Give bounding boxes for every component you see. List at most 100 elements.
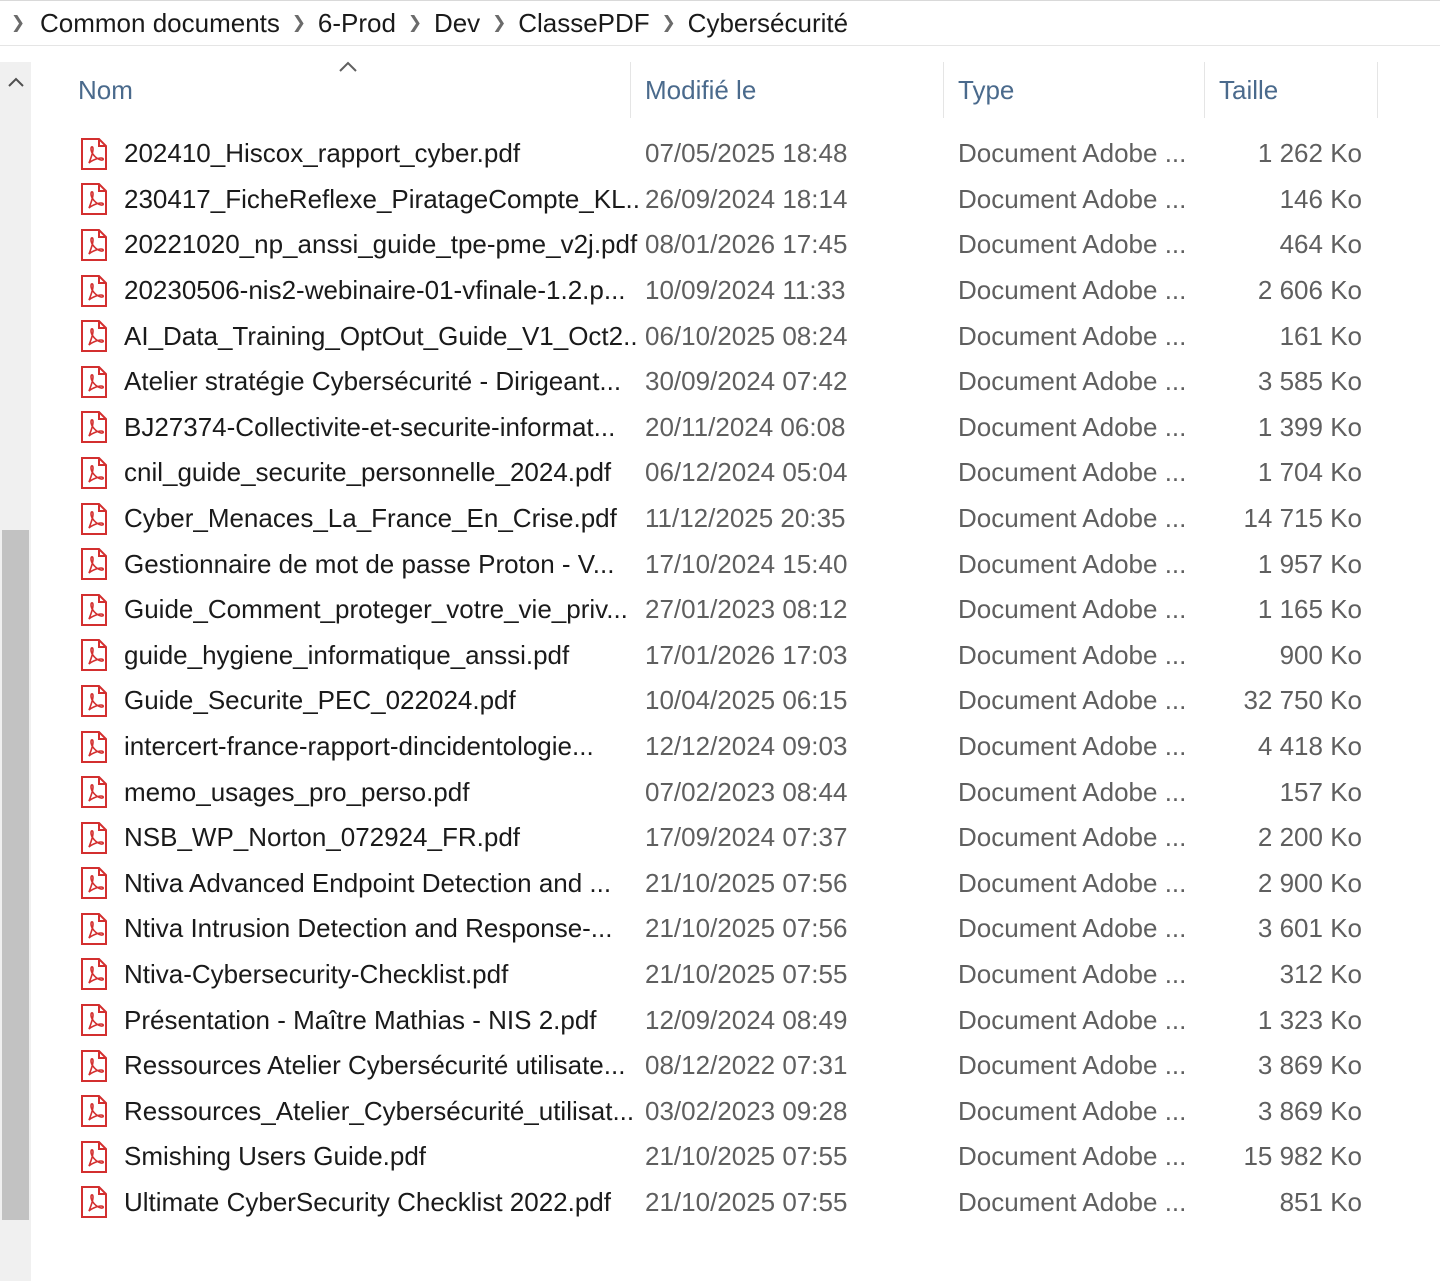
file-name-cell[interactable]: BJ27374-Collectivite-et-securite-informa… [80,405,640,451]
file-row[interactable]: Ultimate CyberSecurity Checklist 2022.pd… [62,1180,1382,1226]
file-row[interactable]: Guide_Securite_PEC_022024.pdf 10/04/2025… [62,678,1382,724]
file-row[interactable]: Présentation - Maître Mathias - NIS 2.pd… [62,997,1382,1043]
file-name-cell[interactable]: Ultimate CyberSecurity Checklist 2022.pd… [80,1180,640,1226]
file-row[interactable]: Ntiva Advanced Endpoint Detection and ..… [62,861,1382,907]
column-divider[interactable] [1204,62,1205,118]
file-modified-cell: 06/12/2024 05:04 [645,457,848,488]
file-name-cell[interactable]: NSB_WP_Norton_072924_FR.pdf [80,815,640,861]
file-name-cell[interactable]: 20230506-nis2-webinaire-01-vfinale-1.2.p… [80,268,640,314]
file-name-cell[interactable]: Ntiva Intrusion Detection and Response-.… [80,906,640,952]
chevron-right-icon[interactable]: ❯ [400,0,430,46]
file-modified-cell: 17/09/2024 07:37 [645,822,848,853]
file-name-cell[interactable]: Ressources Atelier Cybersécurité utilisa… [80,1043,640,1089]
file-modified-cell: 21/10/2025 07:56 [645,913,848,944]
file-name-label: Ultimate CyberSecurity Checklist 2022.pd… [124,1186,611,1217]
column-header-type[interactable]: Type [958,62,1198,118]
pdf-file-icon [80,684,108,717]
breadcrumb-item-common-documents[interactable]: Common documents [36,8,284,39]
file-type-cell: Document Adobe ... [958,639,1187,670]
file-name-label: Ntiva Advanced Endpoint Detection and ..… [124,867,612,898]
file-size-cell: 3 585 Ko [1257,366,1362,397]
file-type-cell: Document Adobe ... [958,503,1187,534]
file-name-cell[interactable]: Cyber_Menaces_La_France_En_Crise.pdf [80,496,640,542]
breadcrumb-item-6-prod[interactable]: 6-Prod [314,8,400,39]
file-modified-cell: 27/01/2023 08:12 [645,594,848,625]
file-name-cell[interactable]: Ntiva Advanced Endpoint Detection and ..… [80,861,640,907]
file-row[interactable]: intercert-france-rapport-dincidentologie… [62,724,1382,770]
scrollbar-thumb[interactable] [2,530,29,1220]
file-name-cell[interactable]: Présentation - Maître Mathias - NIS 2.pd… [80,997,640,1043]
file-row[interactable]: Atelier stratégie Cybersécurité - Dirige… [62,359,1382,405]
chevron-right-icon[interactable]: ❯ [0,0,36,46]
file-row[interactable]: guide_hygiene_informatique_anssi.pdf 17/… [62,633,1382,679]
file-row[interactable]: AI_Data_Training_OptOut_Guide_V1_Oct2...… [62,313,1382,359]
file-type-cell: Document Adobe ... [958,731,1187,762]
file-name-cell[interactable]: 20221020_np_anssi_guide_tpe-pme_v2j.pdf [80,222,640,268]
file-row[interactable]: Ressources_Atelier_Cybersécurité_utilisa… [62,1088,1382,1134]
file-name-cell[interactable]: AI_Data_Training_OptOut_Guide_V1_Oct2... [80,313,640,359]
file-row[interactable]: memo_usages_pro_perso.pdf 07/02/2023 08:… [62,769,1382,815]
file-name-label: Ntiva-Cybersecurity-Checklist.pdf [124,958,509,989]
file-row[interactable]: Ntiva-Cybersecurity-Checklist.pdf 21/10/… [62,952,1382,998]
file-row[interactable]: NSB_WP_Norton_072924_FR.pdf 17/09/2024 0… [62,815,1382,861]
chevron-right-icon[interactable]: ❯ [284,0,314,46]
file-modified-cell: 10/09/2024 11:33 [645,275,846,306]
pdf-file-icon [80,411,108,444]
file-name-cell[interactable]: Gestionnaire de mot de passe Proton - V.… [80,541,640,587]
file-modified-cell: 08/12/2022 07:31 [645,1050,848,1081]
file-row[interactable]: 202410_Hiscox_rapport_cyber.pdf 07/05/20… [62,131,1382,177]
file-row[interactable]: Ressources Atelier Cybersécurité utilisa… [62,1043,1382,1089]
pdf-file-icon [80,548,108,581]
pdf-file-icon [80,639,108,672]
file-row[interactable]: Smishing Users Guide.pdf 21/10/2025 07:5… [62,1134,1382,1180]
column-header-name[interactable]: Nom [78,62,628,118]
breadcrumb-item-dev[interactable]: Dev [430,8,484,39]
file-size-cell: 900 Ko [1279,639,1362,670]
pdf-file-icon [80,867,108,900]
column-header-size[interactable]: Taille [1219,62,1369,118]
file-name-cell[interactable]: guide_hygiene_informatique_anssi.pdf [80,633,640,679]
file-row[interactable]: 20230506-nis2-webinaire-01-vfinale-1.2.p… [62,268,1382,314]
file-name-cell[interactable]: Ntiva-Cybersecurity-Checklist.pdf [80,952,640,998]
file-name-cell[interactable]: Ressources_Atelier_Cybersécurité_utilisa… [80,1088,640,1134]
file-name-label: 20230506-nis2-webinaire-01-vfinale-1.2.p… [124,275,626,306]
column-divider[interactable] [1377,62,1378,118]
chevron-right-icon[interactable]: ❯ [654,0,684,46]
file-name-label: cnil_guide_securite_personnelle_2024.pdf [124,457,612,488]
file-size-cell: 1 323 Ko [1257,1004,1362,1035]
file-name-cell[interactable]: memo_usages_pro_perso.pdf [80,769,640,815]
file-name-cell[interactable]: 230417_FicheReflexe_PiratageCompte_KL... [80,177,640,223]
file-row[interactable]: 20221020_np_anssi_guide_tpe-pme_v2j.pdf … [62,222,1382,268]
file-size-cell: 161 Ko [1279,320,1362,351]
file-row[interactable]: 230417_FicheReflexe_PiratageCompte_KL...… [62,177,1382,223]
breadcrumb-item-cybersecurite[interactable]: Cybersécurité [684,8,852,39]
file-row[interactable]: cnil_guide_securite_personnelle_2024.pdf… [62,450,1382,496]
file-row[interactable]: Gestionnaire de mot de passe Proton - V.… [62,541,1382,587]
file-row[interactable]: Ntiva Intrusion Detection and Response-.… [62,906,1382,952]
scroll-up-arrow-icon[interactable] [0,62,31,102]
file-name-cell[interactable]: cnil_guide_securite_personnelle_2024.pdf [80,450,640,496]
file-modified-cell: 17/10/2024 15:40 [645,548,848,579]
chevron-right-icon[interactable]: ❯ [484,0,514,46]
file-type-cell: Document Adobe ... [958,913,1187,944]
file-modified-cell: 30/09/2024 07:42 [645,366,848,397]
file-name-cell[interactable]: 202410_Hiscox_rapport_cyber.pdf [80,131,640,177]
breadcrumb-item-classepdf[interactable]: ClassePDF [514,8,653,39]
file-name-cell[interactable]: Guide_Securite_PEC_022024.pdf [80,678,640,724]
file-size-cell: 3 869 Ko [1257,1095,1362,1126]
column-divider[interactable] [943,62,944,118]
pdf-file-icon [80,137,108,170]
file-row[interactable]: Guide_Comment_proteger_votre_vie_priv...… [62,587,1382,633]
file-size-cell: 146 Ko [1279,183,1362,214]
file-name-cell[interactable]: Guide_Comment_proteger_votre_vie_priv... [80,587,640,633]
file-name-cell[interactable]: intercert-france-rapport-dincidentologie… [80,724,640,770]
file-row[interactable]: Cyber_Menaces_La_France_En_Crise.pdf 11/… [62,496,1382,542]
file-row[interactable]: BJ27374-Collectivite-et-securite-informa… [62,405,1382,451]
vertical-scrollbar[interactable] [0,62,31,1281]
file-name-cell[interactable]: Smishing Users Guide.pdf [80,1134,640,1180]
pdf-file-icon [80,365,108,398]
column-header-modified[interactable]: Modifié le [645,62,935,118]
file-name-cell[interactable]: Atelier stratégie Cybersécurité - Dirige… [80,359,640,405]
file-size-cell: 1 262 Ko [1257,138,1362,169]
column-divider[interactable] [630,62,631,118]
